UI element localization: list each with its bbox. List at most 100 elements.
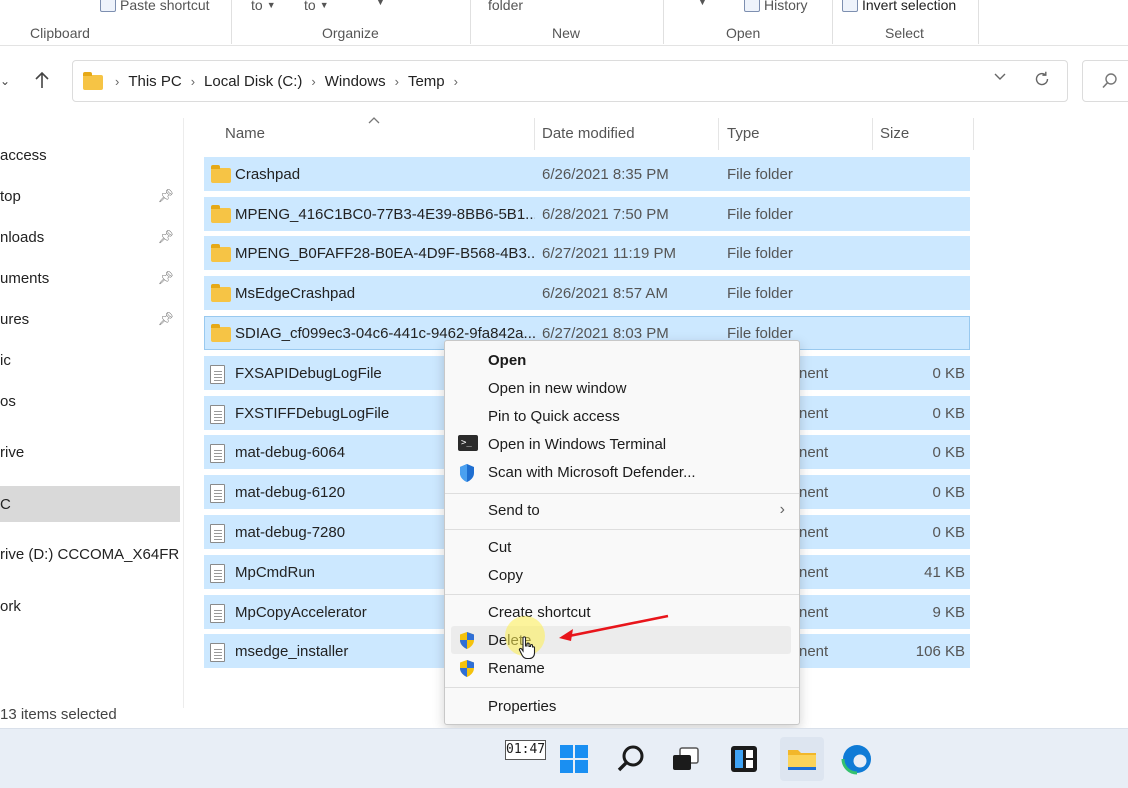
- chevron-right-icon: ›: [779, 501, 785, 518]
- history-button[interactable]: History: [744, 0, 808, 13]
- menu-item-open-terminal[interactable]: >_ Open in Windows Terminal: [445, 430, 799, 458]
- history-icon: [744, 0, 760, 12]
- crumb-windows[interactable]: Windows: [325, 73, 386, 90]
- chevron-right-icon: ›: [453, 73, 458, 89]
- folder-icon: [83, 72, 103, 90]
- dropdown-icon: ▼: [266, 0, 276, 10]
- menu-item-rename[interactable]: Rename: [445, 654, 799, 682]
- sidebar-item-network[interactable]: ork: [0, 588, 180, 624]
- search-icon[interactable]: [615, 743, 647, 775]
- chevron-right-icon: ›: [115, 73, 120, 89]
- properties-dropdown[interactable]: ▼: [698, 0, 707, 7]
- menu-item-open[interactable]: Open: [445, 346, 799, 374]
- windows-start-icon[interactable]: [558, 743, 590, 775]
- new-folder-button[interactable]: folder: [488, 0, 523, 13]
- column-divider[interactable]: [718, 118, 719, 150]
- sidebar-item-pictures[interactable]: ures 📌︎: [0, 301, 180, 337]
- ribbon-divider: [663, 0, 664, 44]
- select-group-label: Select: [885, 25, 924, 41]
- menu-item-pin-quick-access[interactable]: Pin to Quick access: [445, 402, 799, 430]
- file-icon: [210, 405, 225, 424]
- table-row[interactable]: MPENG_416C1BC0-77B3-4E39-8BB6-5B1... 6/2…: [204, 197, 970, 231]
- file-icon: [210, 484, 225, 503]
- chevron-down-icon[interactable]: [993, 69, 1007, 88]
- crumb-this-pc[interactable]: This PC: [128, 73, 181, 90]
- crumb-local-disk[interactable]: Local Disk (C:): [204, 73, 302, 90]
- file-icon: [210, 604, 225, 623]
- chevron-right-icon: ›: [311, 73, 316, 89]
- menu-item-scan-defender[interactable]: Scan with Microsoft Defender...: [445, 458, 799, 486]
- ribbon-divider: [832, 0, 833, 44]
- menu-divider: [445, 687, 799, 688]
- folder-icon: [211, 205, 231, 223]
- column-header-type[interactable]: Type: [727, 118, 760, 148]
- file-explorer-icon[interactable]: [786, 743, 818, 775]
- sidebar-item-music[interactable]: ic: [0, 342, 180, 378]
- up-arrow-icon[interactable]: [32, 70, 52, 95]
- column-divider[interactable]: [872, 118, 873, 150]
- menu-item-cut[interactable]: Cut: [445, 533, 799, 561]
- invert-selection-icon: [842, 0, 858, 12]
- menu-item-properties[interactable]: Properties: [445, 692, 799, 720]
- move-to-button[interactable]: to ▼: [251, 0, 276, 13]
- status-bar-text: 13 items selected: [0, 706, 117, 723]
- table-row[interactable]: MPENG_B0FAFF28-B0EA-4D9F-B568-4B3... 6/2…: [204, 236, 970, 270]
- search-input[interactable]: [1082, 60, 1128, 102]
- address-bar[interactable]: › This PC › Local Disk (C:) › Windows › …: [72, 60, 1068, 102]
- refresh-icon[interactable]: [1033, 70, 1051, 92]
- folder-icon: [211, 324, 231, 342]
- paste-shortcut-button[interactable]: Paste shortcut: [100, 0, 210, 13]
- table-row[interactable]: Crashpad 6/26/2021 8:35 PM File folder: [204, 157, 970, 191]
- red-annotation-arrow: [555, 612, 675, 648]
- edge-icon[interactable]: [841, 743, 873, 775]
- invert-selection-button[interactable]: Invert selection: [842, 0, 956, 13]
- sort-ascending-icon: [368, 112, 380, 127]
- ribbon: Paste shortcut to ▼ to ▼ ▼ folder ▼ Histor…: [0, 0, 1128, 46]
- file-icon: [210, 643, 225, 662]
- task-view-icon[interactable]: [670, 743, 702, 775]
- menu-item-send-to[interactable]: Send to ›: [445, 496, 799, 524]
- ribbon-divider: [470, 0, 471, 44]
- ribbon-divider: [978, 0, 979, 44]
- clipboard-group-label: Clipboard: [30, 25, 90, 41]
- copy-to-button[interactable]: to ▼: [304, 0, 329, 13]
- column-header-date-modified[interactable]: Date modified: [542, 118, 635, 148]
- column-divider[interactable]: [534, 118, 535, 150]
- sidebar-item-videos[interactable]: os: [0, 383, 180, 419]
- search-icon: [1101, 72, 1119, 94]
- video-timestamp: 01:47: [505, 740, 546, 760]
- terminal-icon: >_: [458, 435, 478, 451]
- sidebar-item-desktop[interactable]: top 📌︎: [0, 178, 180, 214]
- folder-icon: [211, 284, 231, 302]
- pin-icon: 📌︎: [157, 311, 174, 326]
- column-header-size[interactable]: Size: [880, 118, 909, 148]
- chevron-right-icon: ›: [190, 73, 196, 89]
- recent-locations-chevron-icon[interactable]: ⌄: [0, 74, 10, 88]
- sidebar-item-this-pc[interactable]: C: [0, 486, 180, 522]
- folder-icon: [211, 165, 231, 183]
- column-divider[interactable]: [973, 118, 974, 150]
- table-row[interactable]: MsEdgeCrashpad 6/26/2021 8:57 AM File fo…: [204, 276, 970, 310]
- dropdown-icon: ▼: [698, 0, 707, 7]
- ribbon-divider: [231, 0, 232, 44]
- defender-shield-icon: [458, 463, 476, 487]
- navigation-pane: access top 📌︎ nloads 📌︎ uments 📌︎ ures 📌︎ ic…: [0, 118, 184, 708]
- uac-shield-icon: [458, 659, 476, 682]
- menu-item-open-new-window[interactable]: Open in new window: [445, 374, 799, 402]
- sidebar-item-onedrive[interactable]: rive: [0, 434, 180, 470]
- crumb-temp[interactable]: Temp: [408, 73, 445, 90]
- column-header-name[interactable]: Name: [225, 118, 265, 148]
- chevron-right-icon: ›: [394, 73, 399, 89]
- delete-dropdown[interactable]: ▼: [376, 0, 385, 7]
- menu-item-copy[interactable]: Copy: [445, 561, 799, 589]
- file-icon: [210, 524, 225, 543]
- sidebar-item-downloads[interactable]: nloads 📌︎: [0, 219, 180, 255]
- organize-group-label: Organize: [322, 25, 379, 41]
- sidebar-item-documents[interactable]: uments 📌︎: [0, 260, 180, 296]
- context-menu: Open Open in new window Pin to Quick acc…: [444, 340, 800, 725]
- file-icon: [210, 444, 225, 463]
- widgets-icon[interactable]: [728, 743, 760, 775]
- dropdown-icon: ▼: [319, 0, 329, 10]
- sidebar-item-quick-access[interactable]: access: [0, 137, 180, 173]
- sidebar-item-dvd-drive[interactable]: rive (D:) CCCOMA_X64FRE_: [0, 536, 180, 572]
